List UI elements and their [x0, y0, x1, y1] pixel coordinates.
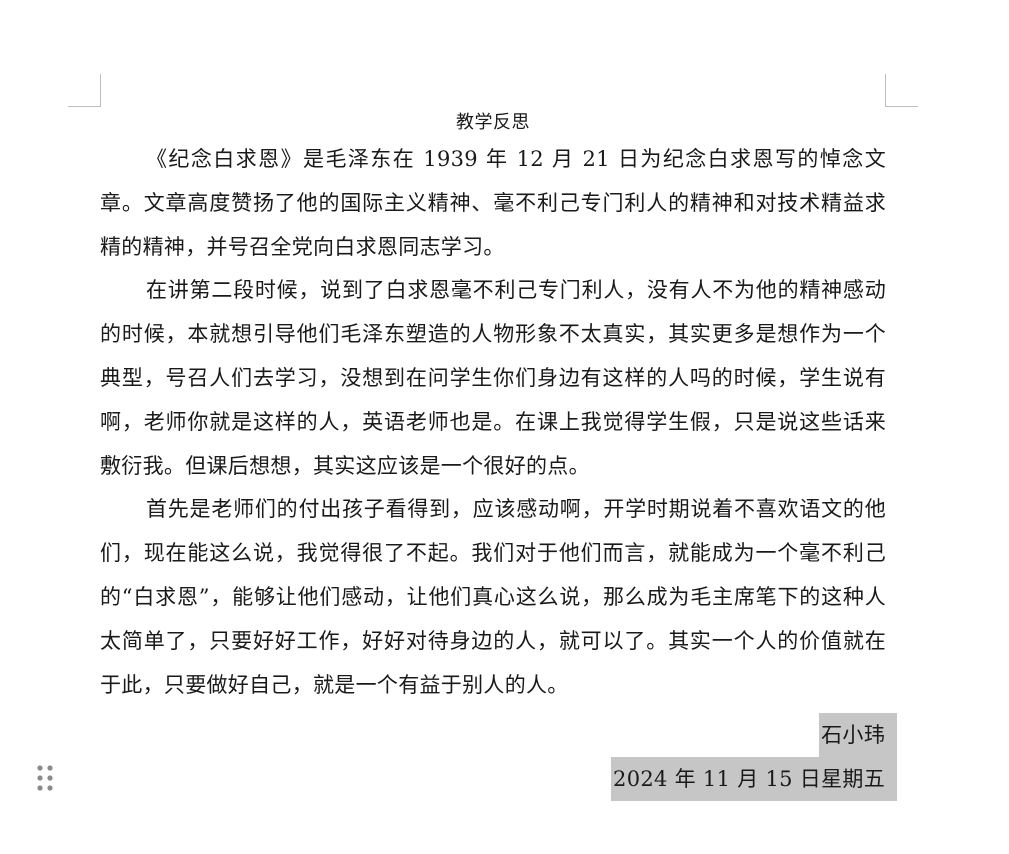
page-corner-mark-top-left [68, 74, 101, 107]
signature-author[interactable]: 石小玮 [819, 713, 897, 757]
page-corner-mark-top-right [885, 74, 918, 107]
document-body[interactable]: 《纪念白求恩》是毛泽东在 1939 年 12 月 21 日为纪念白求恩写的悼念文… [100, 138, 886, 707]
paragraph-3[interactable]: 首先是老师们的付出孩子看得到，应该感动啊，开学时期说着不喜欢语文的他们，现在能这… [100, 488, 886, 707]
signature-date[interactable]: 2024 年 11 月 15 日星期五 [611, 757, 897, 801]
drag-handle-icon[interactable] [36, 764, 56, 794]
document-page: 教学反思 《纪念白求恩》是毛泽东在 1939 年 12 月 21 日为纪念白求恩… [0, 0, 1009, 854]
paragraph-1[interactable]: 《纪念白求恩》是毛泽东在 1939 年 12 月 21 日为纪念白求恩写的悼念文… [100, 138, 886, 269]
document-title[interactable]: 教学反思 [100, 111, 886, 135]
signature-block: 石小玮 2024 年 11 月 15 日星期五 [611, 713, 897, 801]
drag-handle-dots [37, 765, 53, 791]
paragraph-2[interactable]: 在讲第二段时候，说到了白求恩毫不利己专门利人，没有人不为他的精神感动的时候，本就… [100, 269, 886, 488]
